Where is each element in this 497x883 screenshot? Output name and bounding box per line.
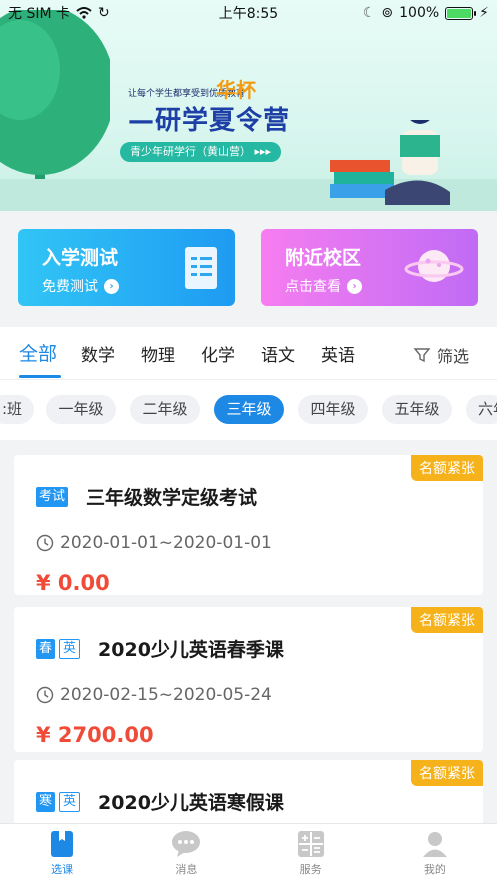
status-badge: 名额紧张 bbox=[411, 760, 483, 786]
grade-chip-active[interactable]: 三年级 bbox=[214, 395, 284, 424]
course-price: ¥ 0.00 bbox=[36, 571, 110, 595]
bottom-tab-bar: 选课 消息 服务 我的 bbox=[0, 823, 497, 883]
tab-chinese[interactable]: 语文 bbox=[261, 341, 295, 366]
tabbar-item-courses[interactable]: 选课 bbox=[0, 824, 124, 883]
battery-icon bbox=[445, 6, 477, 20]
filter-label: 筛选 bbox=[436, 347, 469, 366]
entrance-test-subtitle: 免费测试 bbox=[42, 279, 98, 295]
tabbar-item-profile[interactable]: 我的 bbox=[373, 824, 497, 883]
filter-icon bbox=[413, 348, 431, 363]
carrier-label: 无 SIM 卡 bbox=[8, 6, 70, 22]
grade-chip[interactable]: :班 bbox=[0, 395, 34, 424]
course-tag: 春 bbox=[36, 638, 56, 659]
course-date: 2020-01-01~2020-01-01 bbox=[60, 533, 272, 553]
planet-icon bbox=[404, 250, 464, 282]
course-card[interactable]: 名额紧张 春 英 2020少儿英语春季课 2020-02-15~2020-05-… bbox=[14, 607, 483, 752]
course-price: ¥ 2700.00 bbox=[36, 723, 154, 747]
chevron-right-icon: › bbox=[104, 278, 119, 294]
nearby-campus-card[interactable]: 附近校区 点击查看 › bbox=[261, 229, 478, 306]
reading-girl-illustration bbox=[330, 120, 450, 205]
tab-all[interactable]: 全部 bbox=[19, 339, 57, 366]
tab-chemistry[interactable]: 化学 bbox=[201, 341, 235, 366]
status-bar: 无 SIM 卡 ↻ 上午8:55 ☾ ⊚ 100% ⚡ bbox=[0, 0, 497, 26]
status-badge: 名额紧张 bbox=[411, 455, 483, 481]
active-tab-indicator bbox=[19, 375, 61, 378]
grade-selector: :班 一年级 二年级 三年级 四年级 五年级 六年 bbox=[0, 380, 497, 440]
sync-icon: ↻ bbox=[98, 5, 110, 21]
clock-icon bbox=[36, 686, 54, 704]
tabbar-item-messages[interactable]: 消息 bbox=[124, 824, 248, 883]
tabbar-label: 我的 bbox=[423, 863, 446, 876]
course-tag: 英 bbox=[59, 791, 81, 812]
chevron-right-icon: › bbox=[347, 278, 362, 294]
tab-english[interactable]: 英语 bbox=[321, 341, 355, 366]
tab-physics[interactable]: 物理 bbox=[141, 341, 175, 366]
charging-icon: ⚡ bbox=[479, 5, 489, 21]
banner-subtitle-pill: 青少年研学行（黄山营） ▸▸▸ bbox=[120, 142, 282, 162]
banner-title: —研学夏令营 bbox=[128, 106, 291, 136]
person-icon bbox=[422, 832, 447, 857]
tabbar-label: 消息 bbox=[175, 863, 198, 876]
document-icon bbox=[185, 247, 217, 289]
nearby-campus-subtitle: 点击查看 bbox=[285, 279, 341, 295]
course-tag: 英 bbox=[59, 638, 81, 659]
arrows-icon: ▸▸▸ bbox=[254, 145, 272, 158]
bookmark-icon bbox=[51, 831, 74, 857]
course-tag: 寒 bbox=[36, 791, 56, 812]
filter-button[interactable]: 筛选 bbox=[413, 343, 469, 367]
grade-chip[interactable]: 一年级 bbox=[46, 395, 116, 424]
orientation-lock-icon: ⊚ bbox=[381, 5, 394, 21]
tab-math[interactable]: 数学 bbox=[81, 341, 115, 366]
status-badge: 名额紧张 bbox=[411, 607, 483, 633]
course-card[interactable]: 名额紧张 考试 三年级数学定级考试 2020-01-01~2020-01-01 … bbox=[14, 455, 483, 595]
calculator-icon bbox=[297, 831, 324, 857]
wifi-icon bbox=[76, 7, 92, 19]
course-title: 2020少儿英语春季课 bbox=[98, 639, 284, 661]
tabbar-label: 选课 bbox=[51, 863, 74, 876]
tabbar-label: 服务 bbox=[299, 863, 322, 876]
grade-chip[interactable]: 四年级 bbox=[298, 395, 368, 424]
moon-icon: ☾ bbox=[362, 5, 376, 21]
grade-chip[interactable]: 五年级 bbox=[382, 395, 452, 424]
tabbar-item-services[interactable]: 服务 bbox=[249, 824, 373, 883]
grade-chip[interactable]: 二年级 bbox=[130, 395, 200, 424]
banner-brand: 华杯 bbox=[216, 78, 256, 102]
chat-bubble-icon bbox=[172, 831, 201, 857]
banner-subtitle: 青少年研学行（黄山营） bbox=[130, 145, 251, 158]
course-date: 2020-02-15~2020-05-24 bbox=[60, 685, 272, 705]
grade-chip[interactable]: 六年 bbox=[466, 395, 497, 424]
course-title: 2020少儿英语寒假课 bbox=[98, 792, 284, 814]
battery-percent: 100% bbox=[399, 5, 440, 21]
clock-icon bbox=[36, 534, 54, 552]
course-tag: 考试 bbox=[36, 486, 69, 507]
entrance-test-card[interactable]: 入学测试 免费测试 › bbox=[18, 229, 235, 306]
subject-tabs: 全部 数学 物理 化学 语文 英语 筛选 bbox=[0, 327, 497, 379]
promo-banner[interactable]: 让每个学生都享受到优质教育 华杯 —研学夏令营 青少年研学行（黄山营） ▸▸▸ bbox=[0, 0, 497, 211]
course-title: 三年级数学定级考试 bbox=[86, 487, 258, 509]
